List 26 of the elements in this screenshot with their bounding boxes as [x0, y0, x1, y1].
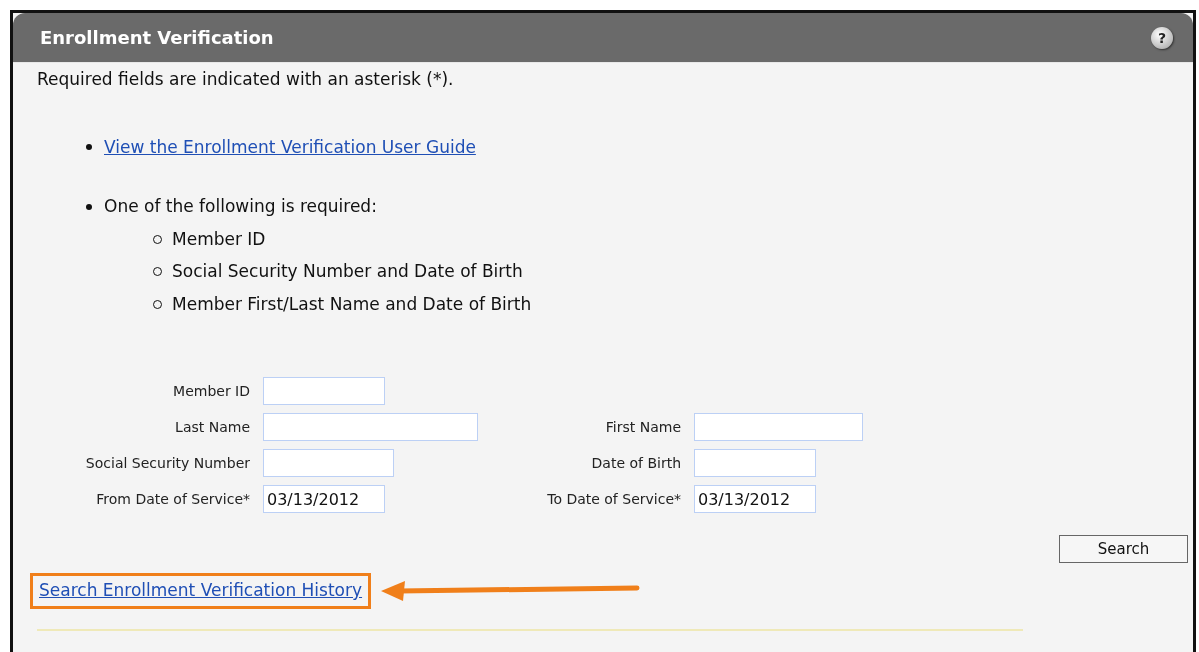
history-link[interactable]: Search Enrollment Verification History — [39, 580, 363, 600]
field-label: Social Security Number — [84, 453, 250, 473]
field-label: To Date of Service* — [546, 489, 681, 509]
bullet-icon — [86, 144, 92, 151]
field-label: Last Name — [174, 417, 250, 437]
bullet-icon — [86, 203, 92, 210]
input-field[interactable] — [263, 449, 394, 477]
user-guide-link[interactable]: View the Enrollment Verification User Guide — [104, 134, 476, 160]
field-label: First Name — [604, 417, 681, 437]
panel-title: Enrollment Verification — [40, 26, 274, 50]
list-text: One of the following is required: — [104, 195, 377, 218]
instruction-text: Required fields are indicated with an asterisk (*). — [37, 68, 455, 91]
input-field[interactable]: 03/13/2012 — [694, 485, 816, 513]
list-text: Member First/Last Name and Date of Birth — [172, 292, 532, 316]
search-button[interactable]: Search — [1059, 535, 1188, 563]
input-field[interactable] — [263, 377, 385, 405]
list-text: Social Security Number and Date of Birth — [172, 260, 523, 283]
field-label: Date of Birth — [590, 453, 681, 473]
field-label: From Date of Service* — [95, 489, 250, 509]
field-label: Member ID — [172, 381, 250, 401]
input-field[interactable]: 03/13/2012 — [263, 485, 385, 513]
input-field[interactable] — [694, 413, 863, 441]
input-field[interactable] — [263, 413, 478, 441]
help-button[interactable]: ? — [1151, 26, 1173, 49]
input-field[interactable] — [694, 449, 816, 477]
list-text: Member ID — [172, 227, 266, 251]
